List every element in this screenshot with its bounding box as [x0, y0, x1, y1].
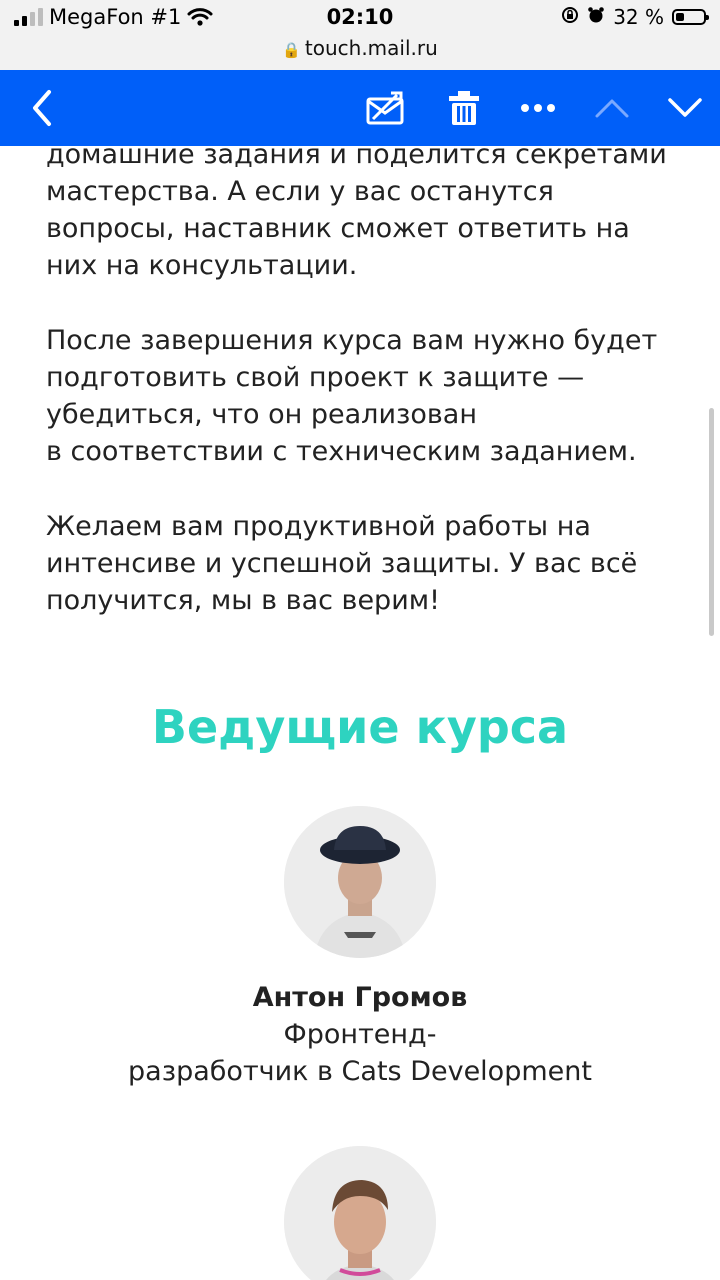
section-title: Ведущие курса [151, 700, 569, 754]
speaker-name: Антон Громов [252, 982, 468, 1013]
chevron-up-icon [595, 99, 629, 118]
paragraph-1: домашние задания и поделится секретами м… [46, 146, 667, 281]
battery-percent: 32 % [613, 5, 664, 29]
back-button[interactable] [22, 70, 62, 146]
url-text: touch.mail.ru [304, 36, 438, 60]
scrollbar[interactable] [709, 408, 714, 636]
previous-message-button[interactable] [588, 70, 636, 146]
spam-icon [366, 91, 404, 125]
chevron-down-icon [668, 98, 702, 117]
alarm-icon [587, 5, 605, 29]
paragraph-2: После завершения курса вам нужно будет п… [46, 325, 658, 467]
lock-icon: 🔒 [282, 41, 301, 59]
battery-icon [672, 9, 709, 25]
url-bar[interactable]: 🔒 touch.mail.ru [0, 36, 720, 60]
message-body: домашние задания и поделится секретами м… [0, 146, 720, 1280]
next-message-button[interactable] [660, 70, 710, 146]
speaker-avatar [284, 806, 436, 958]
more-button[interactable] [514, 70, 562, 146]
orientation-lock-icon [561, 5, 579, 29]
delete-button[interactable] [440, 70, 488, 146]
mail-toolbar [0, 70, 720, 146]
paragraph-3: Желаем вам продуктивной работы на интенс… [46, 511, 638, 616]
status-bar: MegaFon #1 02:10 32 % 🔒 touch.mail.ru [0, 0, 720, 70]
speaker-role: Фронтенд- разработчик в Cats Development [128, 1019, 592, 1087]
trash-icon [449, 91, 479, 125]
status-right: 32 % [561, 5, 709, 29]
speaker-avatar [284, 1146, 436, 1280]
spam-button[interactable] [362, 70, 410, 146]
back-chevron-icon [33, 90, 51, 126]
more-icon [521, 104, 555, 112]
